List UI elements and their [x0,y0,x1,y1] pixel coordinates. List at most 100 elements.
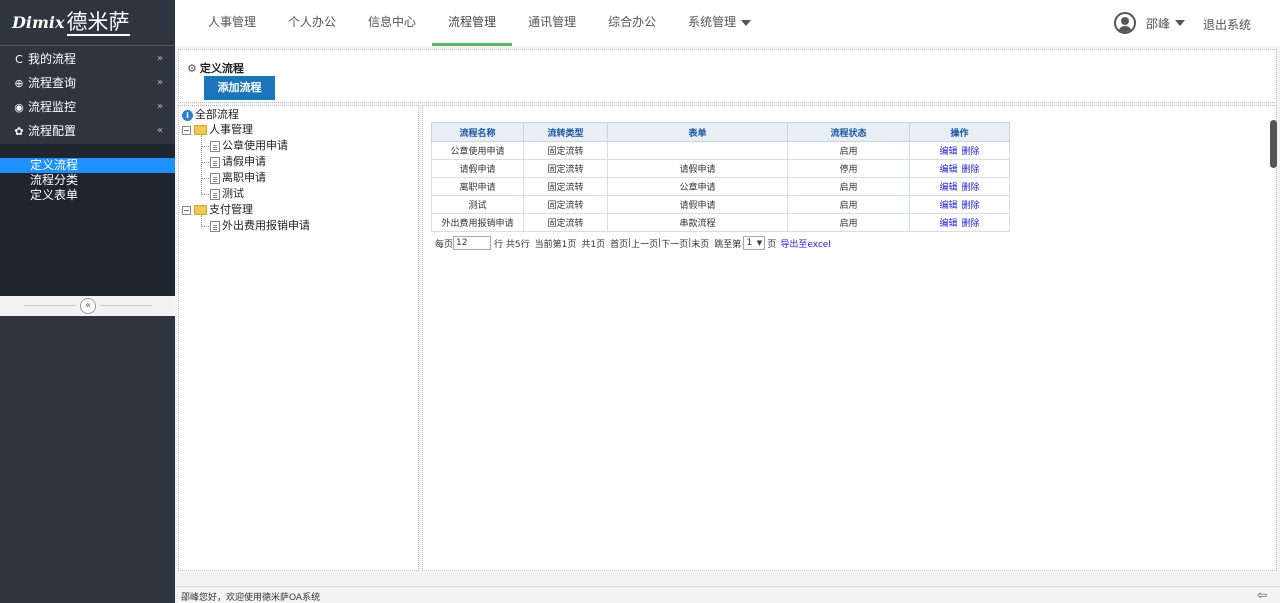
current-page-text: 当前第1页 [534,239,577,250]
page-suffix: 页 [767,239,777,250]
cell-actions: 编辑 删除 [909,159,1010,178]
delete-link[interactable]: 删除 [962,165,980,175]
submenu-item-2[interactable]: 定义表单 [0,188,175,203]
cell-actions: 编辑 删除 [909,213,1010,232]
cell-status: 启用 [787,141,910,160]
edit-link[interactable]: 编辑 [939,165,957,175]
table-row: 请假申请 固定流转 请假申请 停用 编辑 删除 [431,159,1010,178]
tree-item[interactable]: 外出费用报销申请 [210,219,310,233]
prev-page-link[interactable]: 上一页 [631,237,658,250]
edit-link[interactable]: 编辑 [939,201,957,211]
topnav-item-2[interactable]: 信息中心 [352,0,432,46]
gear-icon: ✿ [14,125,24,138]
cell-name: 离职申请 [431,177,524,196]
tree-connector [201,178,209,179]
sidebar-menu: C 我的流程 » ⊕ 流程查询 » ◉ 流程监控 » ✿ 流程配置 « [0,46,175,143]
submenu-item-0[interactable]: 定义流程 [0,158,175,173]
folder-icon [194,205,207,215]
user-name[interactable]: 邵峰 [1146,15,1170,32]
tree-node-label: 离职申请 [222,171,266,184]
sidebar-item-3[interactable]: ✿ 流程配置 « [0,119,175,143]
pin-icon[interactable]: ⇦ [1257,588,1267,602]
page-select[interactable]: 1 ▼ [743,236,766,250]
divider [24,305,76,306]
next-page-link[interactable]: 下一页 [661,237,688,250]
topnav-item-4[interactable]: 通讯管理 [512,0,592,46]
tree-root[interactable]: i 全部流程 [182,108,239,122]
tree-item[interactable]: 离职申请 [210,171,266,185]
user-menu[interactable]: 邵峰 [1114,12,1186,34]
sidebar-item-2[interactable]: ◉ 流程监控 » [0,95,175,119]
vertical-scrollbar[interactable] [1270,120,1277,168]
column-header: 操作 [909,122,1010,142]
delete-link[interactable]: 删除 [962,219,980,229]
user-avatar-icon[interactable] [1114,12,1136,34]
logo: Dimix 德米萨 [0,0,175,46]
main-area: ⚙ 定义流程 添加流程 i 全部流程 − 人事管理公章使用申请请假申请离职申请测试 − 支付… [175,46,1280,603]
sidebar-item-1[interactable]: ⊕ 流程查询 » [0,71,175,95]
topnav-item-1[interactable]: 个人办公 [272,0,352,46]
page-title-text: 定义流程 [199,62,244,75]
expand-arrow-icon: « [156,125,163,136]
edit-link[interactable]: 编辑 [939,147,957,157]
chevron-down-icon[interactable] [1175,20,1186,26]
expand-arrow-icon: » [156,53,163,64]
jump-label: 跳至第 [714,239,742,250]
last-page-link[interactable]: 末页 [691,237,709,250]
sidebar-collapse-bar: « [0,296,175,316]
topnav-item-6[interactable]: 系统管理 [672,0,767,46]
total-rows-text: 行 共5行 [494,239,530,250]
content-panel: 流程名称 流转类型 表单 流程状态 操作 公章使用申请 固定流转 启用 编辑 删除 请假申请 固定流… [422,105,1277,571]
first-page-link[interactable]: 首页 [610,237,628,250]
divider [100,305,152,306]
delete-link[interactable]: 删除 [962,147,980,157]
edit-link[interactable]: 编辑 [939,219,957,229]
collapse-sidebar-button[interactable]: « [80,298,96,314]
tree-node-label: 测试 [222,187,244,200]
tree-node-label: 请假申请 [222,155,266,168]
tree-node-label: 支付管理 [209,203,253,216]
table-row: 测试 固定流转 请假申请 启用 编辑 删除 [431,195,1010,214]
logout-link[interactable]: 退出系统 [1203,16,1251,33]
tree-item[interactable]: 测试 [210,187,244,201]
tree-connector [201,135,202,195]
tree-item[interactable]: 请假申请 [210,155,266,169]
per-page-input[interactable]: 12 [453,236,492,250]
table-row: 离职申请 固定流转 公章申请 启用 编辑 删除 [431,177,1010,196]
eye-icon: ◉ [14,101,24,114]
topnav-label: 个人办公 [288,15,337,29]
topnav-item-5[interactable]: 综合办公 [592,0,672,46]
cell-status: 停用 [787,159,910,178]
cell-form [607,141,788,160]
pager: 每页 12 行 共5行 当前第1页 共1页 首页 | 上一页 | 下一页 | 末页 跳至第 … [435,236,831,250]
topnav-label: 综合办公 [608,15,657,29]
tree-item[interactable]: 公章使用申请 [210,139,288,153]
add-flow-button[interactable]: 添加流程 [204,76,275,100]
toolbar: ⚙ 定义流程 添加流程 [178,49,1277,103]
topnav-item-0[interactable]: 人事管理 [192,0,272,46]
sidebar-item-0[interactable]: C 我的流程 » [0,47,175,71]
document-icon [210,172,220,184]
document-icon [210,140,220,152]
cell-type: 固定流转 [523,141,608,160]
edit-link[interactable]: 编辑 [939,183,957,193]
collapse-toggle-icon[interactable]: − [182,125,191,135]
delete-link[interactable]: 删除 [962,201,980,211]
topnav-label: 人事管理 [208,15,257,29]
tree-connector [201,215,202,227]
page-title: ⚙ 定义流程 [187,60,244,76]
cell-name: 外出费用报销申请 [431,213,524,232]
logo-brand-cn: 德米萨 [66,9,130,36]
chevron-down-icon [741,19,752,26]
submenu-item-1[interactable]: 流程分类 [0,173,175,188]
topnav-item-3[interactable]: 流程管理 [432,0,513,46]
export-excel-link[interactable]: 导出至excel [780,237,831,250]
document-icon [210,220,220,232]
collapse-toggle-icon[interactable]: − [182,205,191,215]
tree-connector [201,146,209,147]
column-header: 流转类型 [523,122,608,142]
tree-group-1[interactable]: − 支付管理 [182,203,253,217]
delete-link[interactable]: 删除 [962,183,980,193]
tree-group-0[interactable]: − 人事管理 [182,123,253,137]
cell-actions: 编辑 删除 [909,141,1010,160]
